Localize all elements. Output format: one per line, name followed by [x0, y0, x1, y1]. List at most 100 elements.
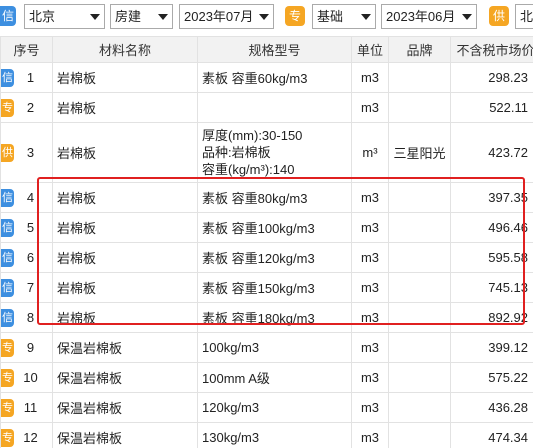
supplier-region-select[interactable]: 北京: [515, 4, 533, 29]
table-row[interactable]: 信 5 岩棉板 素板 容重100kg/m3 m3 496.46: [0, 212, 533, 243]
brand-cell: [388, 422, 451, 448]
brand-cell: [388, 182, 451, 213]
brand-cell: [388, 212, 451, 243]
spec-cell: 素板 容重60kg/m3: [197, 62, 352, 93]
source-tag: 专: [1, 398, 14, 417]
table-header-row: 序号 材料名称 规格型号 单位 品牌 不含税市场价: [0, 36, 533, 63]
spec-cell: 100mm A级: [197, 362, 352, 393]
price-cell: 522.11: [450, 92, 533, 123]
price-cell: 397.35: [450, 182, 533, 213]
row-index-cell: 专 11: [0, 392, 53, 423]
row-number: 8: [26, 310, 35, 325]
row-number: 1: [26, 70, 35, 85]
row-index-cell: 信6: [0, 242, 53, 273]
row-number: 9: [26, 340, 35, 355]
region-select[interactable]: 北京: [24, 4, 105, 29]
table-row[interactable]: 专 11 保温岩棉板 120kg/m3 m3 436.28: [0, 392, 533, 423]
row-index-cell: 专 12: [0, 422, 53, 448]
unit-cell: m3: [351, 392, 389, 423]
row-number: 4: [26, 190, 35, 205]
material-name-cell: 保温岩棉板: [52, 332, 198, 363]
period-select-1[interactable]: 2023年07月: [179, 4, 274, 29]
special-badge: 专: [285, 6, 305, 26]
table-row[interactable]: 专 10 保温岩棉板 100mm A级 m3 575.22: [0, 362, 533, 393]
price-table: 序号 材料名称 规格型号 单位 品牌 不含税市场价 信 1 岩棉板 素板 容重60kg…: [0, 36, 533, 448]
price-cell: 436.28: [450, 392, 533, 423]
source-tag: 专: [1, 338, 14, 357]
row-index-cell: 信4: [0, 182, 53, 213]
chevron-down-icon: [90, 14, 100, 20]
unit-cell: m3: [351, 332, 389, 363]
header-index: 序号: [0, 36, 53, 63]
unit-cell: m3: [351, 62, 389, 93]
filter-bar: 信 北京 房建 2023年07月 专 基础 2023年06月 供 北京: [0, 0, 533, 34]
period-select-2[interactable]: 2023年06月: [381, 4, 477, 29]
material-name-cell: 保温岩棉板: [52, 362, 198, 393]
row-number: 5: [26, 220, 35, 235]
brand-cell: [388, 302, 451, 333]
material-name-cell: 岩棉板: [52, 302, 198, 333]
brand-cell: [388, 362, 451, 393]
source-tag: 信: [1, 68, 14, 87]
source-tag: 专: [1, 428, 14, 447]
supplier-region-value: 北京: [520, 9, 533, 24]
row-number: 11: [23, 400, 38, 415]
table-row[interactable]: 专 9 保温岩棉板 100kg/m3 m3 399.12: [0, 332, 533, 363]
material-name-cell: 岩棉板: [52, 242, 198, 273]
spec-cell: 素板 容重100kg/m3: [197, 212, 352, 243]
period-select-1-value: 2023年07月: [184, 9, 254, 24]
chevron-down-icon: [361, 14, 371, 20]
unit-cell: m3: [351, 272, 389, 303]
price-cell: 474.34: [450, 422, 533, 448]
source-tag: 信: [1, 308, 14, 327]
table-row[interactable]: 专 2 岩棉板 m3 522.11: [0, 92, 533, 123]
level-select[interactable]: 基础: [312, 4, 376, 29]
table-row[interactable]: 信 4 岩棉板 素板 容重80kg/m3 m3 397.35: [0, 182, 533, 213]
material-name-cell: 岩棉板: [52, 92, 198, 123]
source-tag: 信: [1, 278, 14, 297]
price-cell: 399.12: [450, 332, 533, 363]
spec-cell: 素板 容重180kg/m3: [197, 302, 352, 333]
row-index-cell: 信1: [0, 62, 53, 93]
price-cell: 496.46: [450, 212, 533, 243]
unit-cell: m3: [351, 362, 389, 393]
unit-cell: m³: [351, 122, 389, 183]
unit-cell: m3: [351, 242, 389, 273]
brand-cell: [388, 272, 451, 303]
table-row[interactable]: 信 6 岩棉板 素板 容重120kg/m3 m3 595.58: [0, 242, 533, 273]
spec-cell: [197, 92, 352, 123]
region-select-value: 北京: [29, 9, 56, 24]
brand-cell: [388, 242, 451, 273]
brand-cell: [388, 92, 451, 123]
brand-cell: [388, 392, 451, 423]
price-cell: 575.22: [450, 362, 533, 393]
category-select[interactable]: 房建: [110, 4, 173, 29]
row-index-cell: 信7: [0, 272, 53, 303]
row-index-cell: 专9: [0, 332, 53, 363]
material-name-cell: 保温岩棉板: [52, 422, 198, 448]
row-index-cell: 信8: [0, 302, 53, 333]
row-index-cell: 信5: [0, 212, 53, 243]
source-tag: 信: [1, 248, 14, 267]
table-row[interactable]: 信 1 岩棉板 素板 容重60kg/m3 m3 298.23: [0, 62, 533, 93]
source-tag: 专: [1, 98, 14, 117]
header-material-name: 材料名称: [52, 36, 198, 63]
unit-cell: m3: [351, 92, 389, 123]
spec-cell: 素板 容重150kg/m3: [197, 272, 352, 303]
brand-cell: 三星阳光: [388, 122, 451, 183]
price-cell: 745.13: [450, 272, 533, 303]
table-row[interactable]: 专 12 保温岩棉板 130kg/m3 m3 474.34: [0, 422, 533, 448]
info-badge: 信: [0, 6, 16, 26]
chevron-down-icon: [462, 14, 472, 20]
row-number: 3: [26, 145, 35, 160]
table-row[interactable]: 信 7 岩棉板 素板 容重150kg/m3 m3 745.13: [0, 272, 533, 303]
spec-cell: 素板 容重120kg/m3: [197, 242, 352, 273]
unit-cell: m3: [351, 422, 389, 448]
brand-cell: [388, 332, 451, 363]
table-row[interactable]: 供 3 岩棉板 厚度(mm):30-150 品种:岩棉板 容重(kg/m³):140 m³ 三…: [0, 122, 533, 183]
table-row[interactable]: 信 8 岩棉板 素板 容重180kg/m3 m3 892.92: [0, 302, 533, 333]
price-cell: 892.92: [450, 302, 533, 333]
row-index-cell: 专2: [0, 92, 53, 123]
source-tag: 专: [1, 368, 14, 387]
source-tag: 信: [1, 188, 14, 207]
